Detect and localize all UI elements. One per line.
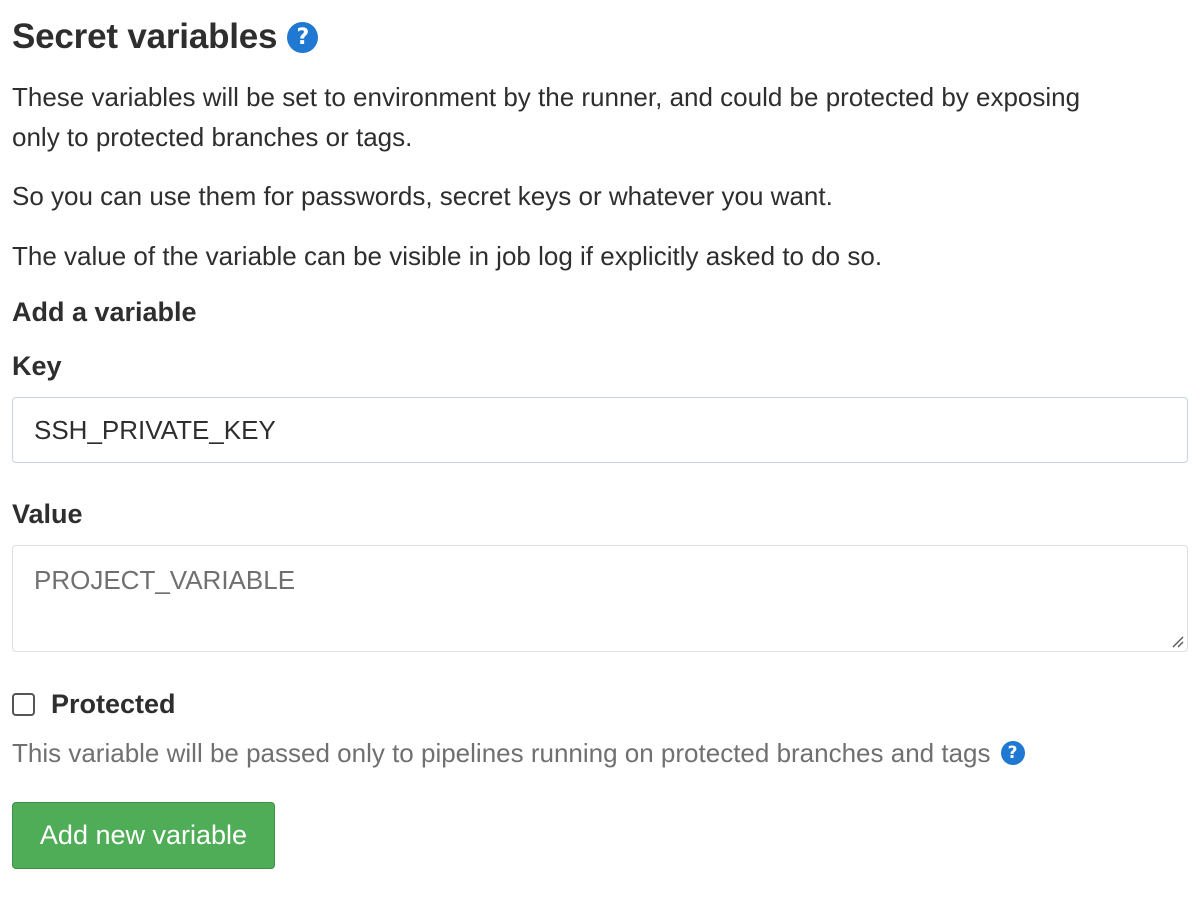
key-input[interactable]: SSH_PRIVATE_KEY bbox=[12, 397, 1188, 463]
protected-checkbox[interactable] bbox=[12, 692, 35, 716]
description-paragraph-3: The value of the variable can be visible… bbox=[12, 241, 883, 271]
description-paragraph-1: These variables will be set to environme… bbox=[12, 82, 1081, 152]
page-title: Secret variables bbox=[12, 17, 278, 56]
key-label: Key bbox=[12, 351, 62, 381]
value-textarea[interactable]: PROJECT_VARIABLE bbox=[12, 545, 1188, 652]
title-row: Secret variables ? bbox=[12, 14, 319, 60]
protected-row: Protected bbox=[12, 684, 176, 724]
resize-grip-icon[interactable] bbox=[1170, 634, 1184, 648]
value-label: Value bbox=[12, 499, 83, 529]
question-circle-icon[interactable]: ? bbox=[287, 21, 319, 53]
key-input-value: SSH_PRIVATE_KEY bbox=[34, 414, 276, 445]
question-circle-icon[interactable]: ? bbox=[1000, 741, 1025, 765]
protected-label[interactable]: Protected bbox=[51, 689, 176, 720]
add-new-variable-button[interactable]: Add new variable bbox=[12, 802, 275, 869]
protected-help-text: This variable will be passed only to pip… bbox=[12, 737, 991, 768]
value-placeholder: PROJECT_VARIABLE bbox=[34, 565, 296, 595]
description-paragraph-2: So you can use them for passwords, secre… bbox=[12, 181, 833, 211]
add-variable-heading: Add a variable bbox=[12, 297, 197, 327]
protected-help-row: This variable will be passed only to pip… bbox=[12, 733, 1025, 773]
